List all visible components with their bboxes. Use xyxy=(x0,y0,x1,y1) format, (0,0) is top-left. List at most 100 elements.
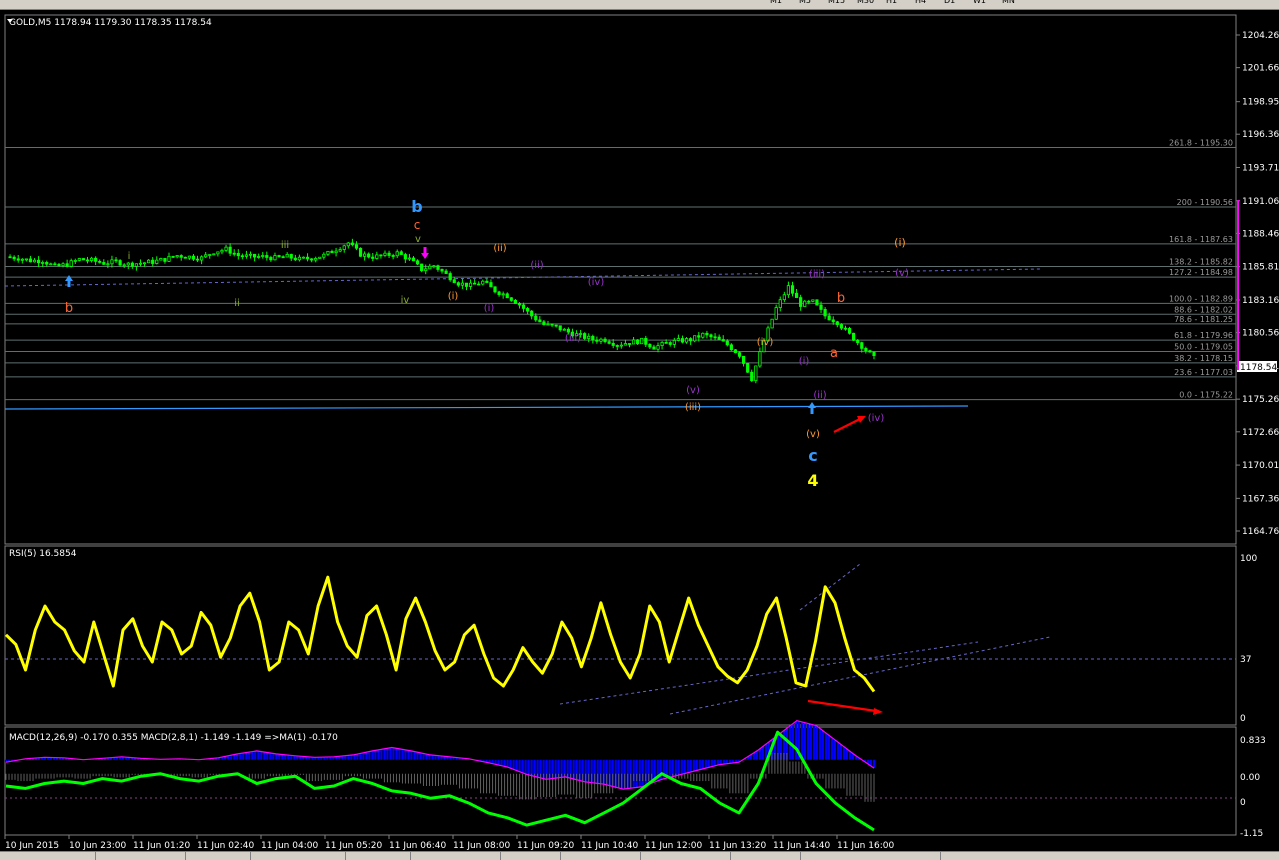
timeframe-button-m1[interactable]: M1 xyxy=(770,0,782,6)
candle-body xyxy=(346,242,350,247)
timeframe-button-m5[interactable]: M5 xyxy=(799,0,811,6)
candle-body xyxy=(521,304,526,309)
time-tick-label: 10 Jun 2015 xyxy=(5,841,59,851)
candle-body xyxy=(391,255,395,257)
timeframe-button-mn[interactable]: MN xyxy=(1002,0,1015,6)
candle-body xyxy=(151,259,155,264)
candle-body xyxy=(248,253,253,256)
time-tick-label: 11 Jun 10:40 xyxy=(581,841,638,851)
candle-body xyxy=(265,255,269,258)
wave-label: b xyxy=(65,301,73,316)
candle-body xyxy=(517,303,522,306)
price-tick-label: 1175.26 xyxy=(1242,395,1279,405)
candle-body xyxy=(334,250,338,254)
wave-label: (i) xyxy=(484,303,495,314)
wave-label: (v) xyxy=(686,385,700,396)
candle-body xyxy=(725,340,729,346)
candle-body xyxy=(208,254,212,256)
rsi-header: RSI(5) 16.5854 xyxy=(9,549,77,559)
candle-body xyxy=(8,256,12,259)
chart-canvas[interactable]: 261.8 - 1195.30 200 - 1190.56 161.8 - 1187… xyxy=(0,10,1279,851)
candle-body xyxy=(733,349,738,354)
price-tick-label: 1191.06 xyxy=(1242,197,1279,207)
timeframe-button-w1[interactable]: W1 xyxy=(973,0,986,6)
wave-label: (iv) xyxy=(868,413,885,424)
candle-body xyxy=(452,279,456,284)
candle-body xyxy=(252,253,257,258)
price-tick-label: 1188.46 xyxy=(1242,229,1279,239)
timeframe-button-h1[interactable]: H1 xyxy=(886,0,897,6)
candle-body xyxy=(485,280,489,283)
status-cell xyxy=(345,852,346,860)
candle-body xyxy=(644,337,648,345)
candle-body xyxy=(538,319,542,323)
candle-body xyxy=(456,282,460,286)
candle-body xyxy=(807,300,811,303)
time-tick-label: 11 Jun 09:20 xyxy=(517,841,574,851)
timeframe-button-h4[interactable]: H4 xyxy=(915,0,926,6)
candle-body xyxy=(171,255,175,258)
timeframe-button-m30[interactable]: M30 xyxy=(857,0,874,6)
wave-label: (i) xyxy=(799,356,810,367)
candle-body xyxy=(220,249,224,253)
chart-symbol: GOLD,M5 1178.94 1179.30 1178.35 1178.54 xyxy=(9,18,212,28)
candle-body xyxy=(420,263,424,272)
candle-body xyxy=(395,251,399,257)
candle-body xyxy=(489,282,493,288)
candle-body xyxy=(354,244,359,249)
status-cell xyxy=(95,852,96,860)
price-tick-label: 1164.76 xyxy=(1242,527,1279,537)
candle-body xyxy=(786,285,791,296)
candle-body xyxy=(542,321,546,325)
candle-body xyxy=(28,258,33,263)
candle-body xyxy=(631,339,636,345)
candle-body xyxy=(77,258,81,261)
candle-body xyxy=(342,245,346,250)
candle-body xyxy=(371,256,375,259)
wave-label: v xyxy=(415,234,421,245)
timeframe-button-m15[interactable]: M15 xyxy=(828,0,845,6)
candle-body xyxy=(375,254,379,259)
macd-tick-label: 0 xyxy=(1240,798,1246,808)
candle-body xyxy=(709,334,713,338)
wave-label: (i) xyxy=(448,291,459,302)
candle-body xyxy=(546,323,550,326)
candle-body xyxy=(493,286,497,293)
candle-body xyxy=(656,345,660,350)
candle-body xyxy=(301,256,306,259)
candle-body xyxy=(721,339,725,342)
candle-body xyxy=(448,273,452,281)
candle-body xyxy=(668,342,672,345)
macd-tick-label: 0.00 xyxy=(1240,773,1260,783)
candle-body xyxy=(65,263,69,267)
candle-body xyxy=(358,247,363,257)
candle-body xyxy=(204,254,208,258)
status-cell xyxy=(500,852,501,860)
wave-label: i xyxy=(128,251,131,262)
wave-label: (ii) xyxy=(530,260,543,271)
time-tick-label: 11 Jun 05:20 xyxy=(325,841,382,851)
candle-body xyxy=(444,270,448,274)
candle-body xyxy=(680,338,685,343)
candle-body xyxy=(815,299,819,306)
candle-body xyxy=(660,341,664,346)
candle-body xyxy=(191,255,196,260)
candle-body xyxy=(183,256,187,259)
macd-tick-label: -1.15 xyxy=(1240,829,1263,839)
status-cell xyxy=(560,852,561,860)
candle-body xyxy=(200,256,204,261)
candle-body xyxy=(379,254,383,257)
wave-label: b xyxy=(837,291,845,306)
candle-body xyxy=(794,292,799,298)
candle-body xyxy=(611,342,615,346)
candle-body xyxy=(94,257,98,262)
candle-body xyxy=(615,345,619,347)
time-tick-label: 11 Jun 16:00 xyxy=(837,841,894,851)
time-tick-label: 11 Jun 06:40 xyxy=(389,841,446,851)
candle-body xyxy=(595,339,599,342)
candle-body xyxy=(566,328,570,333)
candle-body xyxy=(118,260,122,266)
candle-body xyxy=(45,262,49,265)
timeframe-button-d1[interactable]: D1 xyxy=(944,0,955,6)
fib-label: 100.0 - 1182.89 xyxy=(1169,294,1233,303)
